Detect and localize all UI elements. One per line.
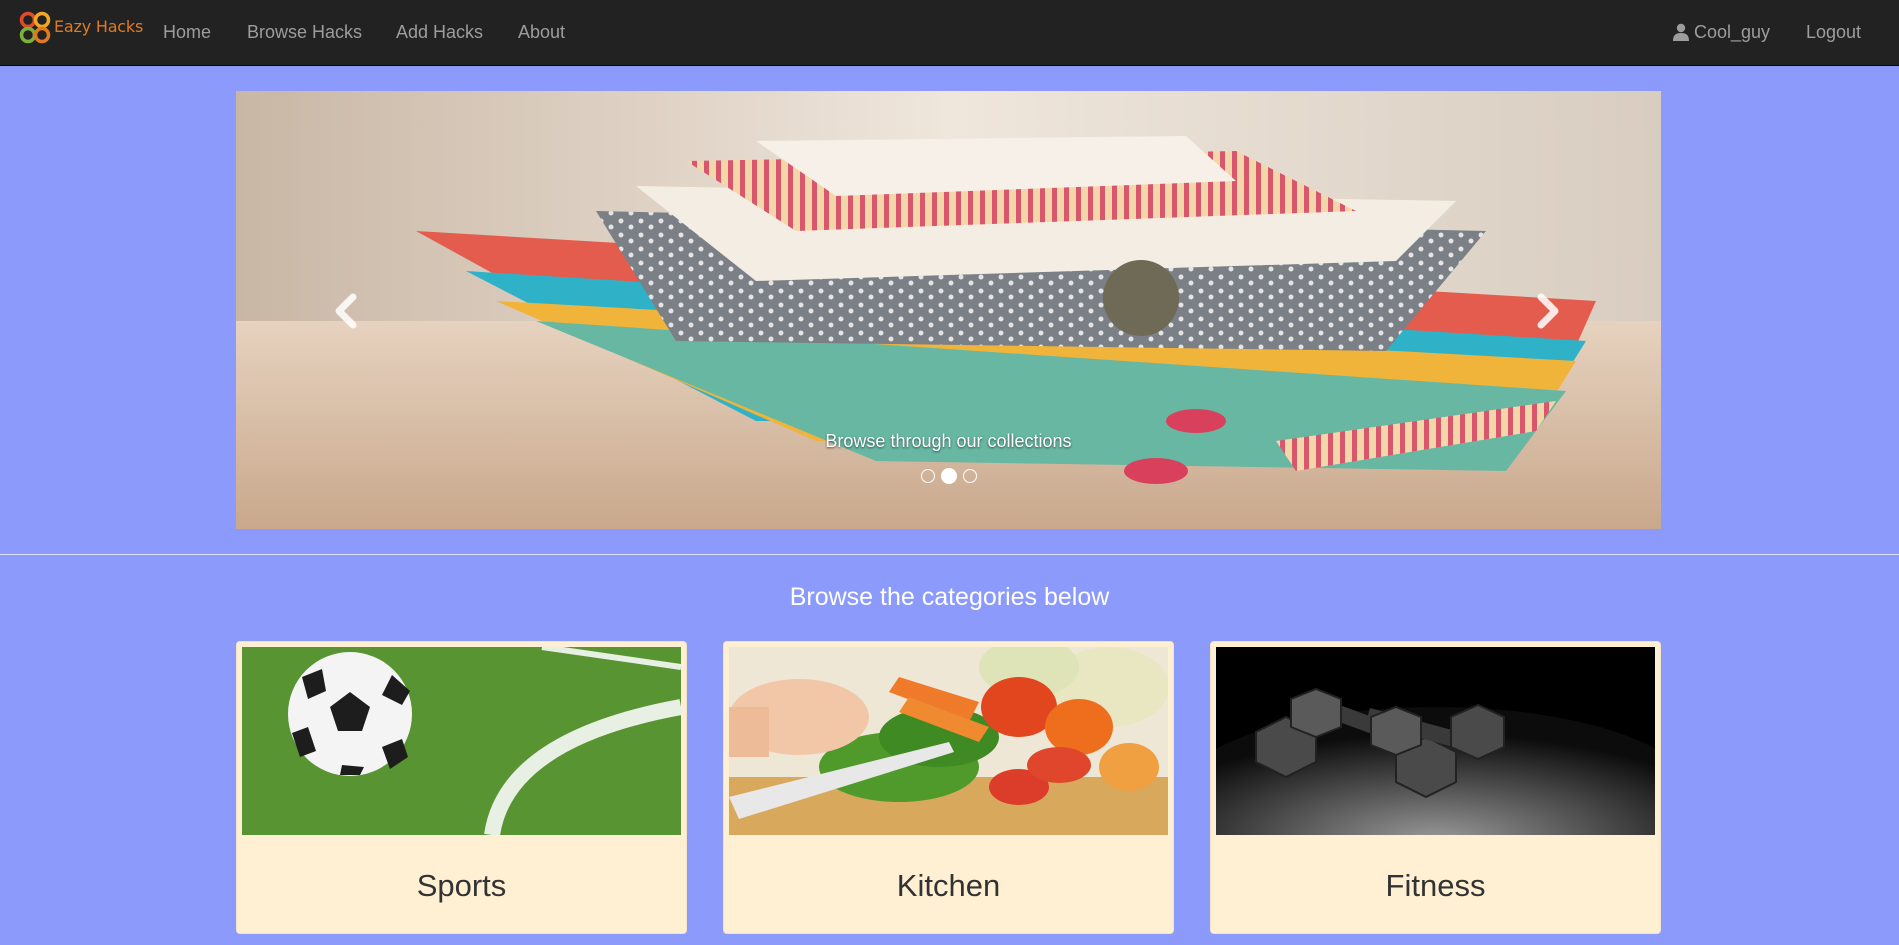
user-icon xyxy=(1673,23,1689,41)
nav-home-link[interactable]: Home xyxy=(163,22,211,43)
carousel-caption: Browse through our collections xyxy=(825,431,1072,451)
category-card-sports[interactable]: Sports xyxy=(236,641,687,934)
brand-name: Eazy Hacks xyxy=(54,17,144,36)
nav-about-link[interactable]: About xyxy=(518,22,565,43)
brand-logo-link[interactable]: Eazy Hacks xyxy=(18,10,143,54)
navbar: Eazy Hacks Home Browse Hacks Add Hacks A… xyxy=(0,0,1899,66)
chevron-right-icon xyxy=(1537,293,1559,329)
user-name: Cool_guy xyxy=(1694,22,1771,42)
fitness-image xyxy=(1216,647,1655,835)
chevron-left-icon xyxy=(335,293,357,329)
carousel-prev-button[interactable] xyxy=(326,286,366,336)
categories-heading: Browse the categories below xyxy=(789,583,1110,611)
nav-add-hacks-link[interactable]: Add Hacks xyxy=(396,22,483,43)
category-label-sports: Sports xyxy=(416,868,507,903)
nav-user-link[interactable]: Cool_guy xyxy=(1672,22,1770,43)
category-card-fitness[interactable]: Fitness xyxy=(1210,641,1661,934)
carousel-slide-image xyxy=(236,91,1661,529)
carousel-next-button[interactable] xyxy=(1528,286,1568,336)
section-divider xyxy=(0,554,1899,555)
brand-logo-icon xyxy=(19,11,51,44)
category-card-kitchen[interactable]: Kitchen xyxy=(723,641,1174,934)
nav-logout-link[interactable]: Logout xyxy=(1806,22,1861,43)
nav-browse-hacks-link[interactable]: Browse Hacks xyxy=(247,22,362,43)
carousel-indicators xyxy=(236,468,1661,484)
kitchen-image xyxy=(729,647,1168,835)
category-label-fitness: Fitness xyxy=(1385,868,1486,903)
category-label-kitchen: Kitchen xyxy=(896,868,1001,903)
sports-image xyxy=(242,647,681,835)
hero-carousel: Browse through our collections xyxy=(236,91,1661,529)
carousel-indicator-2[interactable] xyxy=(940,468,957,484)
carousel-indicator-3[interactable] xyxy=(962,469,977,483)
carousel-indicator-1[interactable] xyxy=(920,469,935,483)
